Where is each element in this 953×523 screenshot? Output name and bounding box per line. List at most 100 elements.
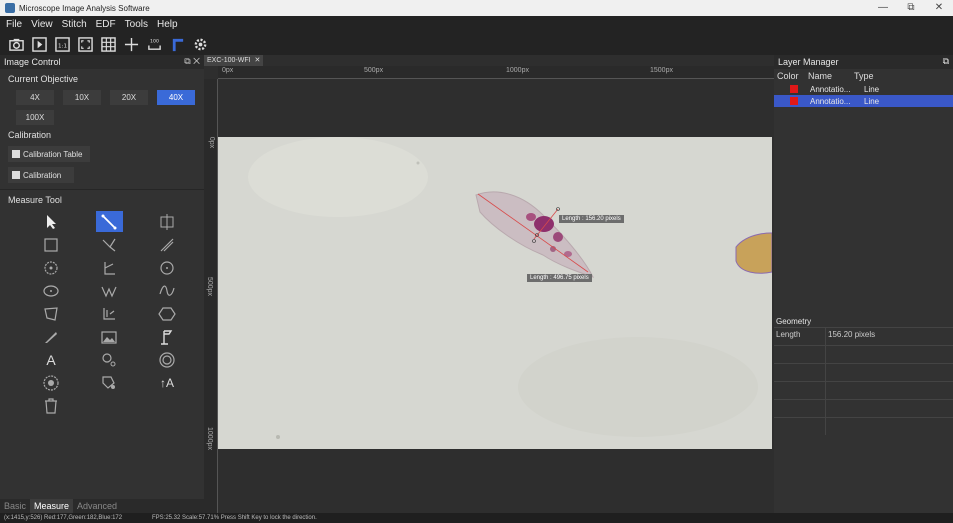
image-control-panel: Image Control ⧉ ✕ Current Objective 4X 1… (0, 55, 204, 513)
document-tab[interactable]: EXC-100-WFI ✕ (204, 55, 264, 66)
menu-stitch[interactable]: Stitch (62, 19, 87, 30)
app-icon (5, 3, 15, 13)
horizontal-line-tool[interactable] (138, 210, 196, 233)
rectangle-tool[interactable] (22, 233, 80, 256)
tab-basic[interactable]: Basic (0, 499, 30, 513)
calibration-icon (12, 171, 20, 179)
float-icon[interactable]: ⧉ (943, 56, 949, 67)
settings-icon[interactable] (192, 36, 209, 53)
menu-tools[interactable]: Tools (125, 19, 148, 30)
text-tool[interactable]: A (22, 348, 80, 371)
objective-4x-button[interactable]: 4X (16, 90, 54, 105)
select-pointer-tool[interactable] (22, 210, 80, 233)
line-tool[interactable] (80, 210, 138, 233)
specimen-svg (218, 137, 772, 449)
polyline-tool[interactable] (80, 279, 138, 302)
text-rotate-tool[interactable]: ↑A (138, 371, 196, 394)
grid-icon[interactable] (100, 36, 117, 53)
multi-angle-tool[interactable] (80, 302, 138, 325)
measurement-label-1[interactable]: Length : 156.20 pixels (559, 215, 624, 223)
tab-measure[interactable]: Measure (30, 499, 74, 513)
layer-name: Annotatio... (810, 84, 851, 94)
close-window-button[interactable]: ✕ (925, 0, 953, 16)
concentric-circle-tool[interactable] (138, 348, 196, 371)
layer-columns: Color Name Type (774, 69, 953, 83)
calibration-table-label: Calibration Table (23, 149, 83, 159)
multi-angle-icon (103, 307, 115, 320)
objective-20x-button[interactable]: 20X (110, 90, 148, 105)
polygon-tool[interactable] (22, 302, 80, 325)
menu-view[interactable]: View (31, 19, 53, 30)
concentric-circle-icon (159, 351, 175, 368)
microscope-image[interactable]: Length : 156.20 pixels Length : 496.75 p… (218, 137, 772, 449)
circle-tool[interactable] (138, 256, 196, 279)
layer-color-swatch (790, 97, 798, 105)
horizontal-ruler: 0px 500px 1000px 1500px (218, 66, 774, 79)
menu-file[interactable]: File (6, 19, 22, 30)
objective-40x-button[interactable]: 40X (157, 90, 195, 105)
count-tool[interactable] (80, 348, 138, 371)
column-name[interactable]: Name (804, 71, 852, 81)
freehand-tool[interactable] (22, 325, 80, 348)
objective-row-1: 4X 10X 20X 40X (0, 90, 204, 105)
measure-tool-grid: A ↑A (0, 210, 204, 417)
ruler-icon[interactable] (169, 36, 186, 53)
geometry-value: 156.20 pixels (828, 330, 876, 339)
image-insert-tool[interactable] (80, 325, 138, 348)
layer-type: Line (864, 96, 880, 106)
column-type[interactable]: Type (852, 71, 874, 81)
calibration-button[interactable]: Calibration (8, 167, 74, 183)
target-tool[interactable] (22, 371, 80, 394)
objective-row-2: 100X (0, 110, 204, 125)
hruler-label-500: 500px (364, 67, 384, 74)
measure-tool-label: Measure Tool (8, 195, 62, 205)
document-tab-label: EXC-100-WFI (207, 57, 251, 64)
fullscreen-icon[interactable] (77, 36, 94, 53)
scale-icon[interactable]: 1:1 (54, 36, 71, 53)
tab-advanced[interactable]: Advanced (73, 499, 121, 513)
layer-row-selected[interactable]: Annotatio... Line (774, 95, 953, 107)
crosshair-icon[interactable] (123, 36, 140, 53)
objective-10x-button[interactable]: 10X (63, 90, 101, 105)
restore-button[interactable]: ⧉ (897, 0, 925, 16)
camera-icon[interactable] (8, 36, 25, 53)
minimize-button[interactable]: — (869, 0, 897, 16)
current-objective-label: Current Objective (8, 74, 79, 84)
window-controls: — ⧉ ✕ (869, 0, 953, 16)
calibration-table-button[interactable]: Calibration Table (8, 146, 90, 162)
panel-controls[interactable]: ⧉ ✕ (184, 56, 200, 67)
circle-center-icon (44, 260, 58, 275)
geometry-row-empty (774, 345, 953, 363)
layer-row[interactable]: Annotatio... Line (774, 83, 953, 95)
hexagon-tool[interactable] (138, 302, 196, 325)
window-title: Microscope Image Analysis Software (19, 3, 150, 13)
vruler-label-500: 500px (206, 276, 214, 297)
delete-tool[interactable] (22, 394, 80, 417)
menu-edf[interactable]: EDF (96, 19, 116, 30)
ellipse-tool[interactable] (22, 279, 80, 302)
parallel-lines-icon (160, 238, 174, 251)
hruler-label-1000: 1000px (506, 67, 529, 74)
parallel-tool[interactable] (138, 233, 196, 256)
line-tool-highlight (95, 211, 123, 232)
count-erase-tool[interactable] (80, 371, 138, 394)
document-tab-close[interactable]: ✕ (255, 57, 261, 64)
perpendicular-tool[interactable] (80, 256, 138, 279)
count-icon (102, 352, 116, 366)
menu-help[interactable]: Help (157, 19, 178, 30)
circle-center-tool[interactable] (22, 256, 80, 279)
curve-tool[interactable] (138, 279, 196, 302)
objective-100x-button[interactable]: 100X (16, 110, 54, 125)
column-color[interactable]: Color (774, 71, 804, 81)
ellipse-icon (43, 284, 59, 297)
flag-tool[interactable] (138, 325, 196, 348)
perpendicular-icon (104, 261, 115, 275)
app-window: Microscope Image Analysis Software — ⧉ ✕… (0, 0, 953, 523)
angle-tool[interactable] (80, 233, 138, 256)
scalebar-icon[interactable]: 100 (146, 36, 163, 53)
measurement-label-2[interactable]: Length : 496.75 pixels (527, 274, 592, 282)
vertical-ruler: 0px 500px 1000px (204, 79, 218, 513)
trash-icon (45, 397, 57, 414)
layer-name: Annotatio... (810, 96, 851, 106)
video-icon[interactable] (31, 36, 48, 53)
